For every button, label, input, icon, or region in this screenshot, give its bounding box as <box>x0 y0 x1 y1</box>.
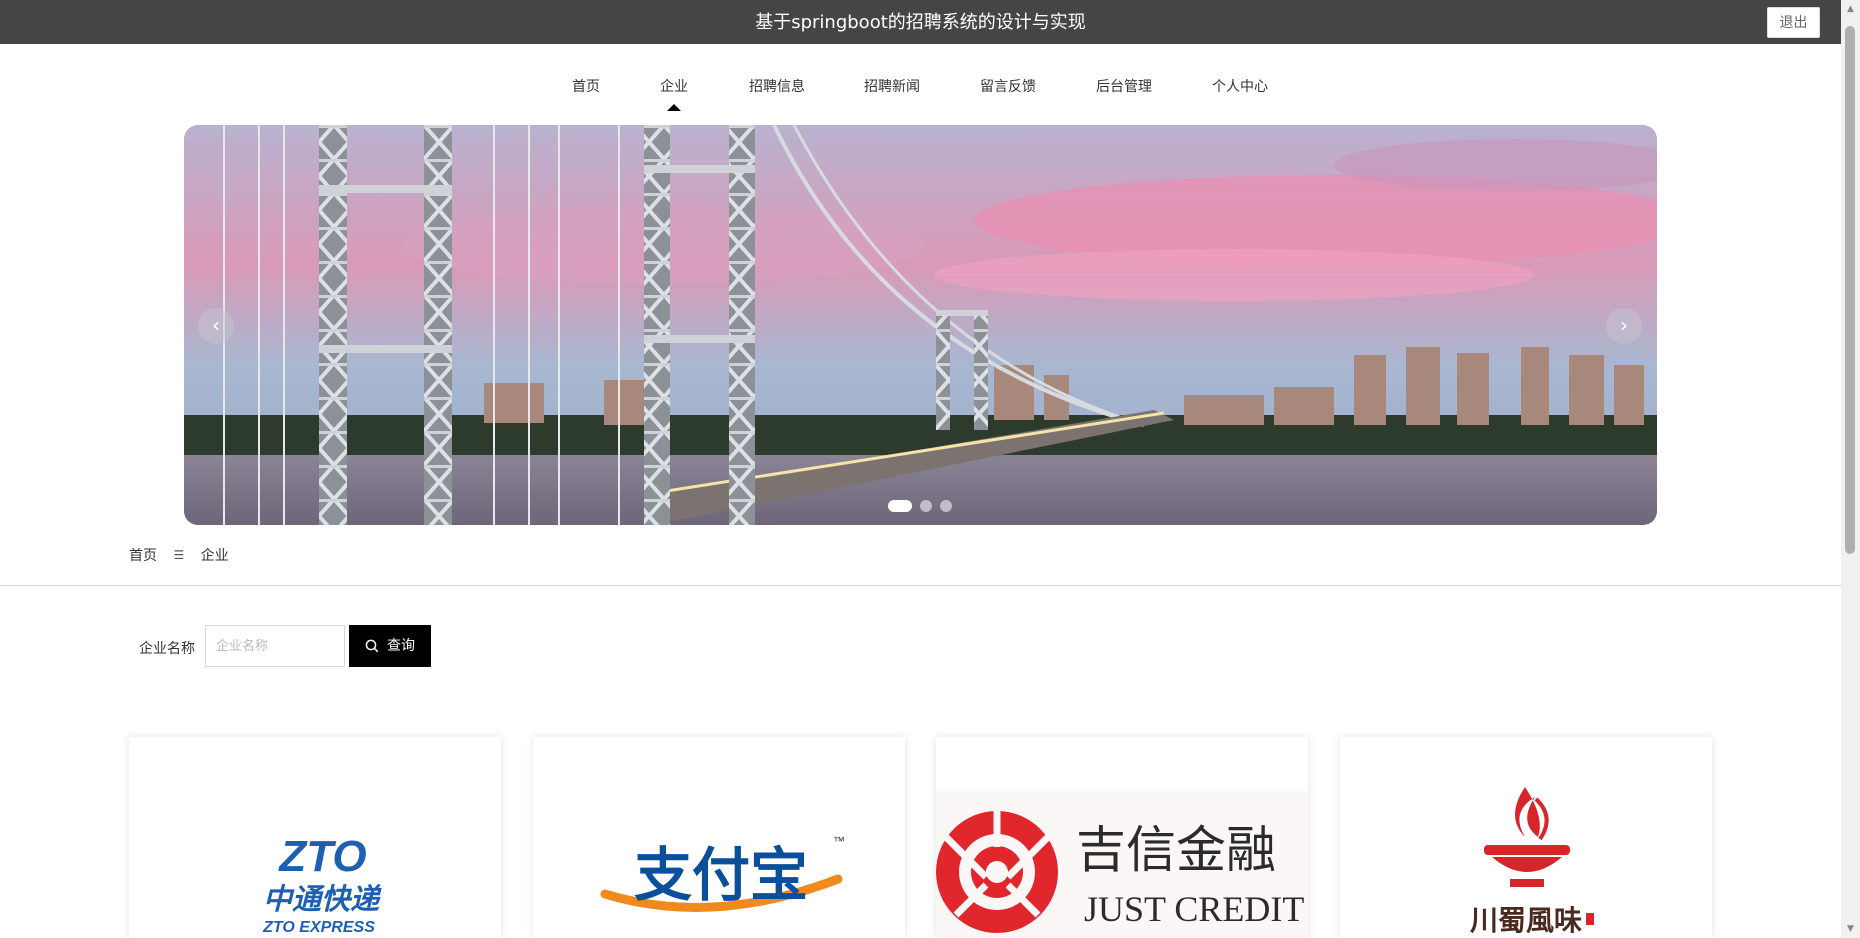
zto-express-logo: ZTO 中通快递 ZTO EXPRESS <box>262 832 382 936</box>
alipay-logo: 支付宝 ™ <box>600 834 845 912</box>
carousel-dot-2[interactable] <box>920 500 932 512</box>
search-button[interactable]: 查询 <box>349 625 431 667</box>
company-card-zto[interactable]: ZTO 中通快递 ZTO EXPRESS <box>129 737 501 938</box>
logout-button[interactable]: 退出 <box>1767 7 1820 38</box>
site-title: 基于springboot的招聘系统的设计与实现 <box>755 12 1086 33</box>
breadcrumb: 首页 ☰ 企业 <box>129 545 229 565</box>
zto-logo-en: ZTO EXPRESS <box>262 919 375 936</box>
carousel-dot-3[interactable] <box>940 500 952 512</box>
just-credit-logo: 吉信金融 JUST CREDIT <box>936 791 1308 938</box>
breadcrumb-home[interactable]: 首页 <box>129 545 157 565</box>
nav-item-home[interactable]: 首页 <box>572 76 600 96</box>
chuanshu-flavor-logo: 川蜀風味 <box>1470 787 1594 937</box>
company-name-label: 企业名称 <box>139 641 195 657</box>
search-button-label: 查询 <box>387 638 415 654</box>
section-divider <box>0 585 1841 586</box>
search-icon <box>365 639 379 653</box>
alipay-logo-text: 支付宝 <box>634 841 808 909</box>
page-scrollbar[interactable]: ▲ ▼ <box>1841 0 1860 938</box>
nav-item-job-news[interactable]: 招聘新闻 <box>864 76 920 96</box>
zto-logo-cn: 中通快递 <box>263 882 382 916</box>
scrollbar-thumb[interactable] <box>1845 26 1855 554</box>
bridge-skyline-image <box>184 125 1657 525</box>
scroll-down-arrow-icon[interactable]: ▼ <box>1841 920 1860 938</box>
carousel-prev-arrow-icon[interactable]: ‹ <box>198 308 234 344</box>
nav-item-admin[interactable]: 后台管理 <box>1096 76 1152 96</box>
nav-item-job-info[interactable]: 招聘信息 <box>749 76 805 96</box>
just-credit-en: JUST CREDIT <box>1084 889 1304 929</box>
main-nav: 首页 企业 招聘信息 招聘新闻 留言反馈 后台管理 个人中心 <box>0 44 1841 120</box>
top-header-bar: 基于springboot的招聘系统的设计与实现 退出 <box>0 0 1841 44</box>
chuanshu-text: 川蜀風味 <box>1470 904 1582 937</box>
nav-item-personal-center[interactable]: 个人中心 <box>1212 76 1268 96</box>
company-card-chuanshu[interactable]: 川蜀風味 <box>1340 737 1712 938</box>
carousel-next-arrow-icon[interactable]: › <box>1606 308 1642 344</box>
company-card-just-credit[interactable]: 吉信金融 JUST CREDIT <box>936 737 1308 938</box>
banner-carousel[interactable]: ‹ › <box>184 125 1657 525</box>
carousel-dot-1[interactable] <box>888 500 912 512</box>
scroll-up-arrow-icon[interactable]: ▲ <box>1841 0 1860 18</box>
zto-logo-main: ZTO <box>277 832 366 881</box>
nav-item-feedback[interactable]: 留言反馈 <box>980 76 1036 96</box>
company-card-alipay[interactable]: 支付宝 ™ <box>533 737 905 938</box>
nav-item-enterprise[interactable]: 企业 <box>660 76 688 111</box>
alipay-trademark: ™ <box>833 834 845 848</box>
company-name-input[interactable] <box>205 625 345 667</box>
just-credit-cn: 吉信金融 <box>1076 821 1276 879</box>
breadcrumb-separator-icon: ☰ <box>173 548 185 562</box>
breadcrumb-current: 企业 <box>200 548 229 564</box>
